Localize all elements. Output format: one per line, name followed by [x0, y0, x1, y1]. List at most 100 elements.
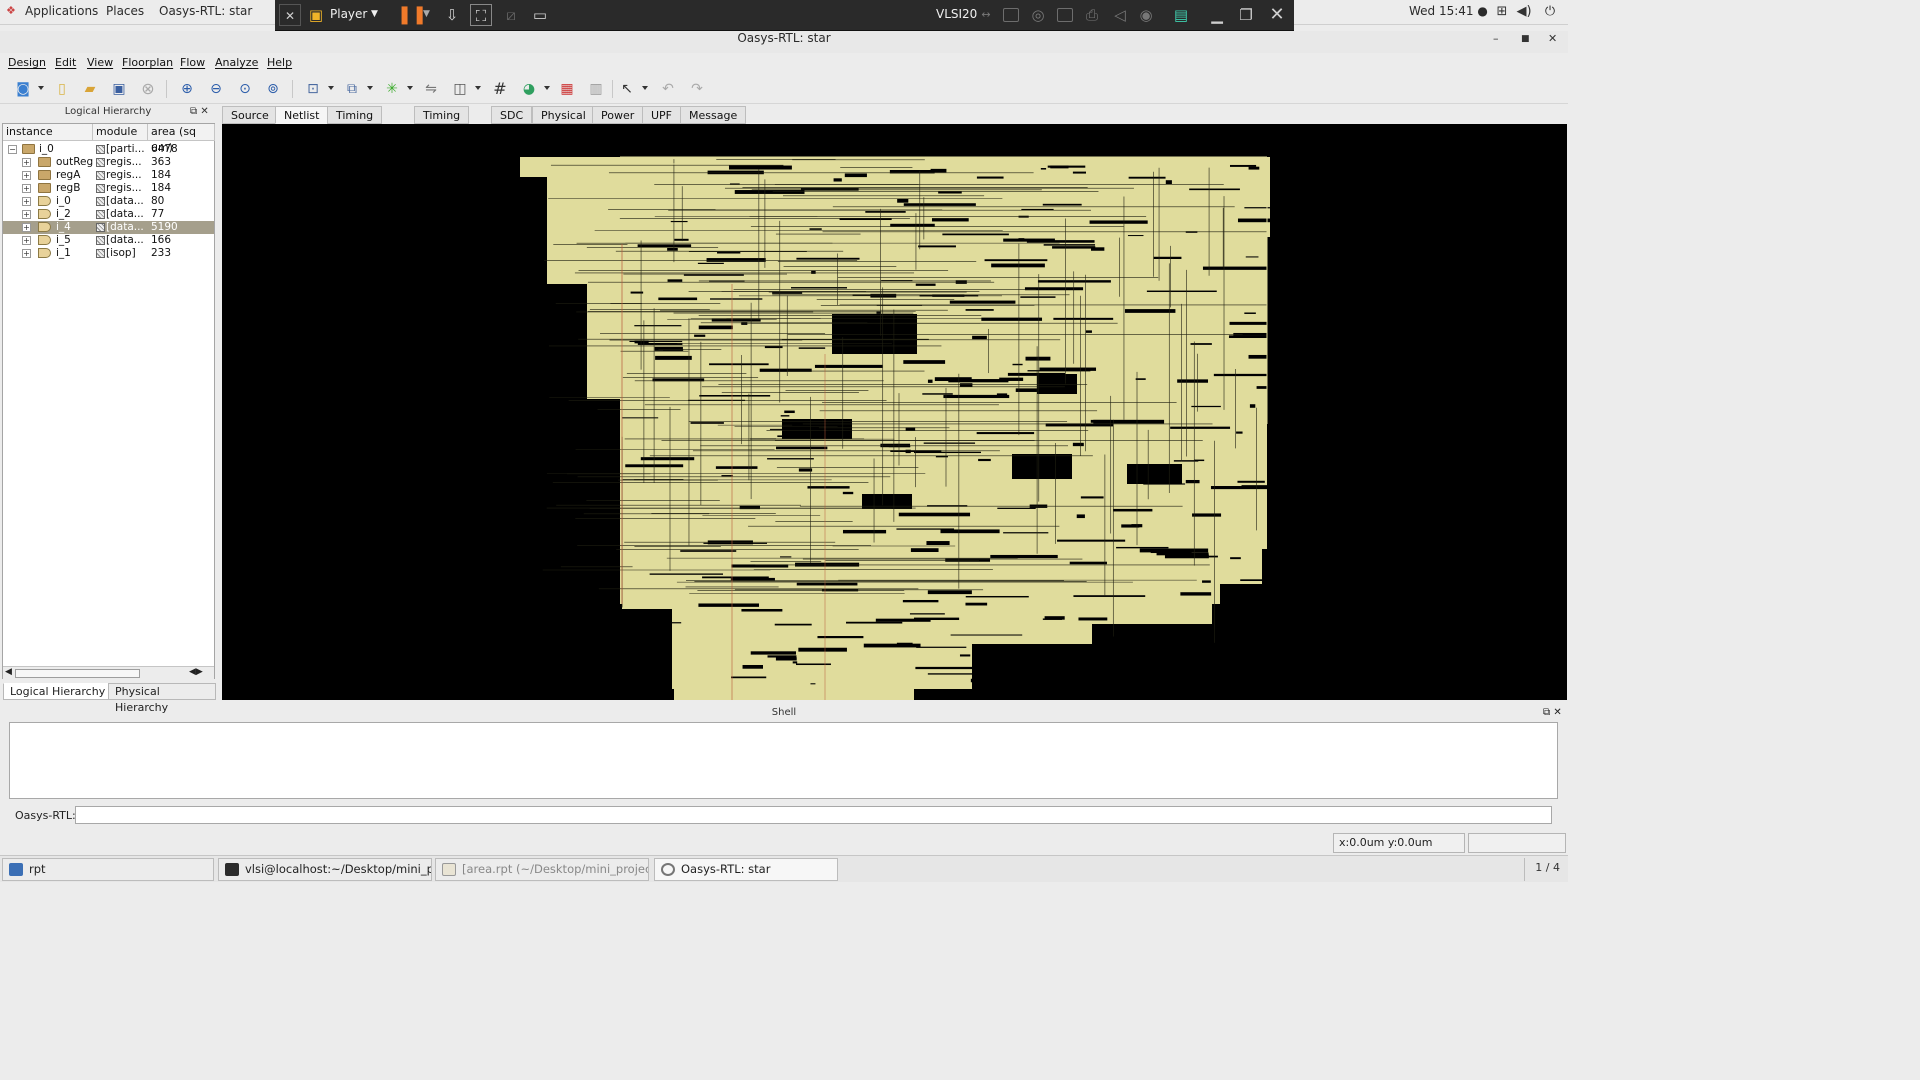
network-icon[interactable]: ⊞ [1494, 4, 1510, 20]
menu-view[interactable]: View [87, 56, 113, 69]
select-region-icon[interactable]: ⊡ [302, 78, 324, 100]
close-panel-icon[interactable]: ✕ [200, 106, 208, 117]
table-icon[interactable]: ▥ [585, 78, 607, 100]
zoom-selection-icon[interactable]: ⊚ [262, 78, 284, 100]
tab-message[interactable]: Message [680, 106, 747, 124]
fanout-icon[interactable]: ✳ [381, 78, 403, 100]
pointer-icon[interactable]: ↖ [616, 78, 638, 100]
shell-output[interactable] [9, 722, 1558, 799]
pause-dropdown-icon[interactable]: ▼ [423, 9, 430, 19]
tab-source[interactable]: Source [222, 106, 278, 124]
tab-timing-points[interactable]: Timing Points [327, 106, 383, 139]
expand-icon[interactable]: + [22, 210, 31, 219]
sound-device-icon[interactable]: ◁ [1109, 4, 1131, 26]
expand-icon[interactable]: + [22, 171, 31, 180]
collapse-icon[interactable]: − [8, 145, 17, 154]
volume-icon[interactable]: ◀) [1516, 4, 1532, 20]
hierarchy-row[interactable]: + regA regis... 184 [3, 169, 214, 182]
column-header-instance[interactable]: instance [3, 124, 93, 141]
zoom-in-icon[interactable]: ⊕ [176, 78, 198, 100]
map-pin-icon[interactable]: ◕ [518, 78, 540, 100]
group-icon[interactable]: ⧉ [341, 78, 363, 100]
tab-sdc[interactable]: SDC [491, 106, 533, 124]
hierarchy-row[interactable]: + outReg regis... 363 [3, 156, 214, 169]
expand-icon[interactable]: + [22, 236, 31, 245]
layout-dropdown-icon[interactable] [475, 86, 481, 90]
pointer-dropdown-icon[interactable] [642, 86, 648, 90]
hdd-device-icon[interactable] [1003, 8, 1019, 22]
expand-icon[interactable]: + [22, 184, 31, 193]
player-restore-icon[interactable]: ❐ [1235, 4, 1257, 26]
message-log-icon[interactable]: ▤ [1170, 4, 1192, 26]
player-close-icon[interactable]: ✕ [1266, 4, 1288, 26]
fanout-dropdown-icon[interactable] [407, 86, 413, 90]
group-dropdown-icon[interactable] [367, 86, 373, 90]
places-menu[interactable]: Places [106, 4, 144, 18]
open-folder-icon[interactable]: ▰ [79, 78, 101, 100]
hierarchy-row[interactable]: + regB regis... 184 [3, 182, 214, 195]
redo-icon[interactable]: ↷ [686, 78, 708, 100]
column-header-module[interactable]: module [93, 124, 148, 141]
workspace-indicator[interactable]: 1 / 4 [1535, 861, 1560, 874]
scrollbar-thumb[interactable] [15, 669, 140, 678]
taskbar-item-editor[interactable]: [area.rpt (~/Desktop/mini_project_2... [435, 858, 649, 881]
layout-icon[interactable]: ◫ [449, 78, 471, 100]
minimize-icon[interactable]: – [1493, 32, 1499, 45]
menu-help[interactable]: Help [267, 56, 292, 69]
usb-device-icon[interactable] [1057, 8, 1073, 22]
column-header-area[interactable]: area (sq um) [148, 124, 215, 154]
camera-dropdown-icon[interactable] [38, 86, 44, 90]
menu-flow[interactable]: Flow [180, 56, 205, 69]
chevron-down-icon[interactable]: ▼ [371, 9, 378, 19]
zoom-out-icon[interactable]: ⊖ [205, 78, 227, 100]
camera-device-icon[interactable]: ◉ [1135, 4, 1157, 26]
unity-icon[interactable]: ⧄ [500, 4, 522, 26]
close-shell-icon[interactable]: ✕ [1553, 707, 1561, 718]
active-window-label[interactable]: Oasys-RTL: star [159, 4, 252, 18]
camera-icon[interactable]: ◙ [12, 78, 34, 100]
scroll-left-icon[interactable]: ◀ [5, 667, 12, 677]
hierarchy-row[interactable]: − i_0 [parti... 6478 [3, 143, 214, 156]
menu-floorplan[interactable]: Floorplan [122, 56, 173, 69]
console-view-icon[interactable]: ▭ [529, 4, 551, 26]
network-device-icon[interactable]: ↔ [975, 4, 997, 26]
shell-command-input[interactable] [75, 806, 1552, 824]
hierarchy-row[interactable]: + i_4 [data... 5190 [3, 221, 214, 234]
pin-icon[interactable]: ✕ [279, 4, 301, 26]
power-icon[interactable]: ⏻ [1542, 4, 1558, 20]
float-panel-icon[interactable]: ⧉ [190, 106, 197, 117]
undo-icon[interactable]: ↶ [657, 78, 679, 100]
player-minimize-icon[interactable]: ▁ [1206, 4, 1228, 26]
send-keys-icon[interactable]: ⇩ [441, 4, 463, 26]
color-map-icon[interactable]: ▦ [556, 78, 578, 100]
expand-icon[interactable]: + [22, 158, 31, 167]
maximize-icon[interactable]: ■ [1521, 34, 1530, 44]
player-menu[interactable]: Player [330, 7, 367, 21]
taskbar-item-rpt[interactable]: rpt [2, 858, 214, 881]
grid-icon[interactable]: # [489, 78, 511, 100]
taskbar-item-oasys[interactable]: Oasys-RTL: star [654, 858, 838, 881]
map-pin-dropdown-icon[interactable] [544, 86, 550, 90]
clock[interactable]: Wed 15:41 ● [1409, 4, 1488, 18]
tab-upf[interactable]: UPF [642, 106, 682, 124]
menu-design[interactable]: Design [8, 56, 46, 69]
tab-timing-path[interactable]: Timing Path [414, 106, 470, 139]
hierarchy-row[interactable]: + i_5 [data... 166 [3, 234, 214, 247]
netlist-drawing[interactable] [222, 124, 1567, 700]
expand-icon[interactable]: + [22, 249, 31, 258]
pause-icon[interactable]: ❚❚ [397, 4, 427, 26]
float-shell-icon[interactable]: ⧉ [1543, 707, 1550, 718]
scroll-right-icon[interactable]: ◀▶ [189, 667, 203, 677]
route-icon[interactable]: ⇋ [420, 78, 442, 100]
close-icon[interactable]: ✕ [1548, 32, 1557, 45]
select-region-dropdown-icon[interactable] [328, 86, 334, 90]
netlist-canvas[interactable] [222, 124, 1567, 700]
applications-menu[interactable]: Applications [25, 4, 98, 18]
hierarchy-row[interactable]: + i_0 [data... 80 [3, 195, 214, 208]
hierarchy-row[interactable]: + i_2 [data... 77 [3, 208, 214, 221]
taskbar-item-terminal[interactable]: vlsi@localhost:~/Desktop/mini_proj... [218, 858, 432, 881]
tab-physical-hierarchy[interactable]: Physical Hierarchy [108, 683, 216, 714]
tab-physical[interactable]: Physical [532, 106, 595, 124]
hierarchy-row[interactable]: + i_1 [isop] 233 [3, 247, 214, 260]
printer-device-icon[interactable]: ⎙ [1081, 4, 1103, 26]
